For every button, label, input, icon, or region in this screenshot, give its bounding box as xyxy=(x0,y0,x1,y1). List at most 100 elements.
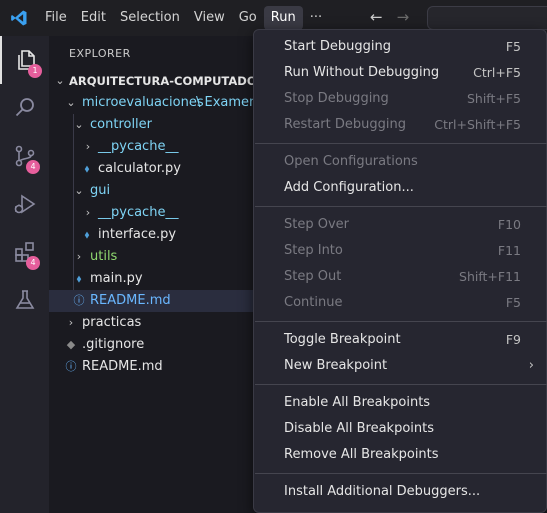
menu-item-open-configurations[interactable]: Open Configurations xyxy=(254,149,546,175)
workspace-root-label: ARQUITECTURA-COMPUTADOR xyxy=(69,74,266,88)
chevron-right-icon: › xyxy=(85,140,91,153)
menu-item-step-into[interactable]: Step Into F11 xyxy=(254,238,546,264)
menu-item-shortcut: F10 xyxy=(497,217,521,232)
python-icon: ⬧ xyxy=(76,272,82,285)
folder-label: practicas xyxy=(82,315,142,330)
menu-item-continue[interactable]: Continue F5 xyxy=(254,290,546,316)
submenu-chevron-icon: › xyxy=(528,358,534,373)
folder-label: gui xyxy=(90,183,111,198)
menu-item-label: New Breakpoint xyxy=(284,358,388,373)
gitignore-icon: ◆ xyxy=(66,338,76,351)
menu-item-label: Open Configurations xyxy=(284,154,418,169)
chevron-right-icon: › xyxy=(85,206,91,219)
file-label: .gitignore xyxy=(82,337,145,352)
menu-item-label: Toggle Breakpoint xyxy=(284,332,401,347)
menu-separator xyxy=(255,206,547,207)
menu-item-label: Add Configuration... xyxy=(284,180,414,195)
info-icon: ⓘ xyxy=(73,294,85,307)
source-control-badge: 4 xyxy=(26,160,40,174)
chevron-down-icon: ⌄ xyxy=(66,96,76,109)
menu-item-add-configuration[interactable]: Add Configuration... xyxy=(254,175,546,201)
chevron-right-icon: › xyxy=(76,250,82,263)
run-debug-activity[interactable] xyxy=(0,180,49,228)
menu-edit[interactable]: Edit xyxy=(74,6,113,30)
menu-go[interactable]: Go xyxy=(232,6,264,30)
menu-item-label: Step Into xyxy=(284,243,343,258)
file-label: calculator.py xyxy=(98,161,181,176)
menu-item-label: Step Out xyxy=(284,269,342,284)
back-arrow-icon[interactable]: ← xyxy=(370,8,383,26)
file-label: README.md xyxy=(90,293,171,308)
menu-item-shortcut: Ctrl+Shift+F5 xyxy=(434,117,521,132)
menu-item-restart-debugging[interactable]: Restart Debugging Ctrl+Shift+F5 xyxy=(254,112,546,138)
menu-item-new-breakpoint[interactable]: New Breakpoint › xyxy=(254,353,546,379)
menu-item-label: Remove All Breakpoints xyxy=(284,447,439,462)
menu-item-run-without-debugging[interactable]: Run Without Debugging Ctrl+F5 xyxy=(254,60,546,86)
menu-run[interactable]: Run xyxy=(263,6,303,30)
menu-item-step-out[interactable]: Step Out Shift+F11 xyxy=(254,264,546,290)
menu-item-label: Disable All Breakpoints xyxy=(284,421,435,436)
folder-label: __pycache__ xyxy=(98,205,179,220)
file-label: main.py xyxy=(90,271,143,286)
run-debug-icon xyxy=(14,194,35,214)
source-control-activity[interactable]: 4 xyxy=(0,132,49,180)
menu-separator xyxy=(255,321,547,322)
menu-item-stop-debugging[interactable]: Stop Debugging Shift+F5 xyxy=(254,86,546,112)
menu-item-shortcut: F5 xyxy=(505,295,521,310)
menu-item-shortcut: Shift+F11 xyxy=(459,269,521,284)
menu-item-disable-all-breakpoints[interactable]: Disable All Breakpoints xyxy=(254,416,546,442)
forward-arrow-icon[interactable]: → xyxy=(397,8,410,26)
folder-label: __pycache__ xyxy=(98,139,179,154)
chevron-down-icon: ⌄ xyxy=(55,74,65,87)
chevron-down-icon: ⌄ xyxy=(74,118,84,131)
folder-label: controller xyxy=(90,117,153,132)
menu-separator xyxy=(255,384,547,385)
menu-item-label: Run Without Debugging xyxy=(284,65,440,80)
testing-activity[interactable] xyxy=(0,276,49,324)
menu-item-label: Enable All Breakpoints xyxy=(284,395,431,410)
menu-file[interactable]: File xyxy=(38,6,74,30)
vscode-logo-icon xyxy=(0,0,38,36)
menu-separator xyxy=(255,143,547,144)
menu-item-enable-all-breakpoints[interactable]: Enable All Breakpoints xyxy=(254,390,546,416)
beaker-icon xyxy=(15,290,34,309)
activity-bar: 1 4 4 xyxy=(0,36,49,513)
run-menu-dropdown: Start Debugging F5 Run Without Debugging… xyxy=(253,29,547,513)
navigation-arrows: ← → xyxy=(370,8,409,26)
menu-item-shortcut: F11 xyxy=(497,243,521,258)
menu-separator xyxy=(255,473,547,474)
menu-item-install-additional-debuggers[interactable]: Install Additional Debuggers... xyxy=(254,479,546,505)
menu-item-label: Stop Debugging xyxy=(284,91,389,106)
folder-label: microevaluaciones xyxy=(82,95,204,110)
menu-item-label: Restart Debugging xyxy=(284,117,406,132)
search-activity[interactable] xyxy=(0,84,49,132)
explorer-badge: 1 xyxy=(28,64,42,78)
info-icon: ⓘ xyxy=(65,360,77,373)
menu-selection[interactable]: Selection xyxy=(113,6,187,30)
chevron-down-icon: ⌄ xyxy=(74,184,84,197)
folder-label: utils xyxy=(90,249,118,264)
extensions-activity[interactable]: 4 xyxy=(0,228,49,276)
chevron-right-icon: › xyxy=(68,316,74,329)
extensions-badge: 4 xyxy=(26,256,40,270)
menu-item-toggle-breakpoint[interactable]: Toggle Breakpoint F9 xyxy=(254,327,546,353)
python-icon: ⬧ xyxy=(84,228,90,241)
file-label: interface.py xyxy=(98,227,177,242)
menu-item-shortcut: Shift+F5 xyxy=(466,91,521,106)
menu-item-label: Step Over xyxy=(284,217,349,232)
menu-item-shortcut: Ctrl+F5 xyxy=(473,65,521,80)
python-icon: ⬧ xyxy=(84,162,90,175)
menu-item-label: Install Additional Debuggers... xyxy=(284,484,481,499)
explorer-activity[interactable]: 1 xyxy=(0,36,49,84)
menu-item-start-debugging[interactable]: Start Debugging F5 xyxy=(254,34,546,60)
menu-item-shortcut: F5 xyxy=(505,39,521,54)
explorer-title: EXPLORER xyxy=(69,47,131,60)
menu-more[interactable]: ··· xyxy=(303,6,329,30)
file-label: README.md xyxy=(82,359,163,374)
search-icon xyxy=(15,98,34,117)
menu-view[interactable]: View xyxy=(187,6,232,30)
menu-item-shortcut: F9 xyxy=(505,332,521,347)
command-center-search[interactable] xyxy=(427,6,547,30)
menu-item-step-over[interactable]: Step Over F10 xyxy=(254,212,546,238)
menu-item-remove-all-breakpoints[interactable]: Remove All Breakpoints xyxy=(254,442,546,468)
